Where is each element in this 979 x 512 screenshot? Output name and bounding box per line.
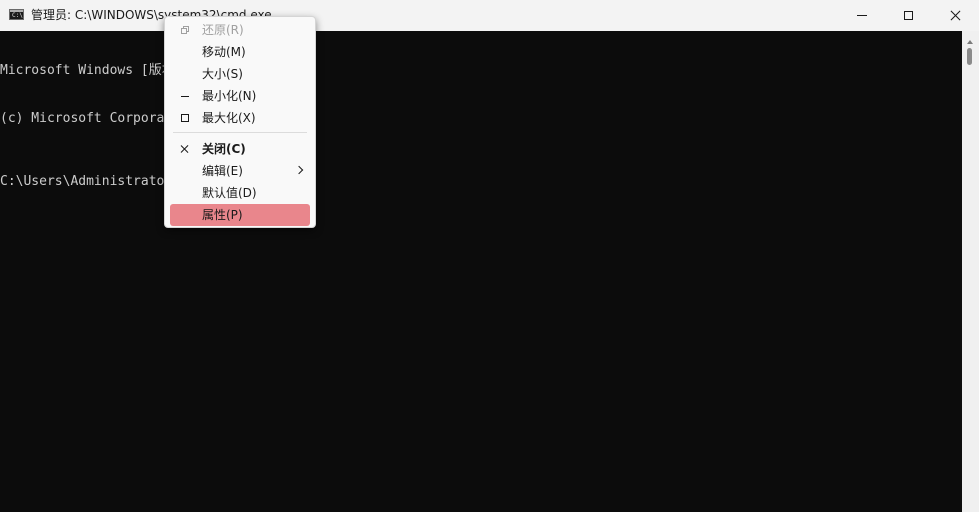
minimize-icon <box>857 15 867 16</box>
menu-separator <box>173 132 307 133</box>
menu-item-properties[interactable]: 属性(P) <box>170 204 310 226</box>
maximize-icon <box>903 11 913 20</box>
scroll-up-arrow-icon[interactable] <box>967 40 973 44</box>
menu-item-defaults[interactable]: 默认值(D) <box>170 182 310 204</box>
vertical-scrollbar[interactable] <box>962 31 979 512</box>
menu-item-edit[interactable]: 编辑(E) <box>170 160 310 182</box>
console-output[interactable]: Microsoft Windows [版本 10.0.22000.318] (c… <box>0 31 962 512</box>
console-prompt: C:\Users\Administrator> <box>0 174 181 189</box>
cmd-app-icon[interactable]: C:\ <box>9 9 24 20</box>
close-button[interactable] <box>931 0 979 31</box>
scroll-thumb[interactable] <box>967 48 972 65</box>
title-bar[interactable]: C:\ 管理员: C:\WINDOWS\system32\cmd.exe <box>0 0 979 31</box>
menu-item-close[interactable]: 关闭(C) <box>170 138 310 160</box>
menu-item-move[interactable]: 移动(M) <box>170 41 310 63</box>
system-context-menu: 还原(R) 移动(M) 大小(S) 最小化(N) 最大化(X) 关闭(C) 编辑… <box>164 16 316 228</box>
minimize-icon <box>180 91 190 101</box>
chevron-right-icon <box>294 165 304 175</box>
menu-item-maximize[interactable]: 最大化(X) <box>170 107 310 129</box>
close-icon <box>180 144 190 154</box>
console-line: (c) Microsoft Corporation。保留所有权利。 <box>0 111 300 126</box>
menu-item-minimize[interactable]: 最小化(N) <box>170 85 310 107</box>
restore-icon <box>180 25 190 35</box>
maximize-button[interactable] <box>885 0 931 31</box>
cmd-window: C:\ 管理员: C:\WINDOWS\system32\cmd.exe Mic… <box>0 0 979 512</box>
console-line: Microsoft Windows [版本 10.0.22000.318] <box>0 63 300 78</box>
menu-item-size[interactable]: 大小(S) <box>170 63 310 85</box>
menu-item-restore: 还原(R) <box>170 19 310 41</box>
maximize-icon <box>180 113 190 123</box>
minimize-button[interactable] <box>839 0 885 31</box>
close-icon <box>950 10 961 21</box>
